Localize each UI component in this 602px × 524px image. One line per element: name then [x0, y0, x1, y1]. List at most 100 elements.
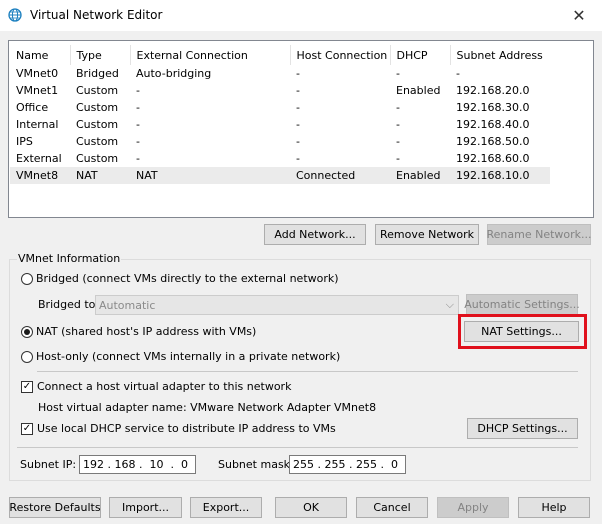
cell-name: External	[16, 152, 62, 165]
cell-external-connection: -	[136, 84, 140, 97]
network-list[interactable]: Name Type External Connection Host Conne…	[8, 40, 594, 218]
cell-type: NAT	[70, 167, 130, 184]
use-dhcp-checkbox[interactable]: ✓ Use local DHCP service to distribute I…	[21, 422, 336, 435]
cell-dhcp: Enabled	[396, 84, 441, 97]
network-row[interactable]: Internal Custom - - - 192.168.40.0	[10, 116, 550, 133]
help-button[interactable]: Help	[518, 497, 590, 518]
column-header-dhcp[interactable]: DHCP	[390, 45, 451, 65]
network-row[interactable]: VMnet1 Custom - - Enabled 192.168.20.0	[10, 82, 550, 99]
network-row[interactable]: VMnet8 NAT NAT Connected Enabled 192.168.10.0	[10, 167, 550, 184]
host-only-radio[interactable]: Host-only (connect VMs internally in a p…	[21, 350, 340, 363]
network-row[interactable]: IPS Custom - - - 192.168.50.0	[10, 133, 550, 150]
dhcp-settings-button[interactable]: DHCP Settings...	[467, 418, 578, 439]
bridged-to-value: Automatic	[99, 298, 156, 312]
cell-host-connection: -	[296, 118, 300, 131]
host-only-radio-label: Host-only (connect VMs internally in a p…	[36, 350, 341, 363]
cell-name: IPS	[16, 135, 33, 148]
cell-name: VMnet8	[10, 167, 70, 184]
cell-type: Custom	[76, 118, 119, 131]
separator	[37, 371, 578, 372]
subnet-mask-field[interactable]: 255 . 255 . 255 . 0	[289, 455, 406, 474]
cell-external-connection: Auto-bridging	[136, 67, 212, 80]
connect-adapter-label: Connect a host virtual adapter to this n…	[37, 380, 292, 393]
cell-dhcp: -	[396, 101, 400, 114]
cell-host-connection: -	[296, 84, 300, 97]
cell-host-connection: Connected	[290, 167, 390, 184]
import-button[interactable]: Import...	[109, 497, 182, 518]
cell-dhcp: -	[396, 152, 400, 165]
subnet-ip-field[interactable]: 192 . 168 . 10 . 0	[79, 455, 196, 474]
network-row[interactable]: VMnet0 Bridged Auto-bridging - - -	[10, 65, 550, 82]
host-only-radio-dot	[21, 350, 33, 363]
nat-radio[interactable]: NAT (shared host's IP address with VMs)	[21, 325, 256, 338]
cell-subnet-address: 192.168.10.0	[450, 167, 550, 184]
cell-external-connection: -	[136, 152, 140, 165]
bridged-to-label: Bridged to:	[38, 298, 100, 311]
bridged-radio[interactable]: Bridged (connect VMs directly to the ext…	[21, 272, 339, 285]
nat-radio-dot	[21, 325, 33, 338]
restore-defaults-button[interactable]: Restore Defaults	[9, 497, 101, 518]
column-header-subnet-address[interactable]: Subnet Address	[450, 45, 550, 65]
bridged-radio-label: Bridged (connect VMs directly to the ext…	[36, 272, 339, 285]
cell-subnet-address: 192.168.60.0	[456, 152, 530, 165]
title-bar: Virtual Network Editor ✕	[0, 0, 602, 31]
cell-type: Custom	[76, 135, 119, 148]
nat-settings-highlight	[458, 314, 587, 349]
automatic-settings-button[interactable]: Automatic Settings...	[464, 294, 580, 315]
remove-network-button[interactable]: Remove Network	[375, 224, 479, 245]
rename-network-button[interactable]: Rename Network...	[486, 224, 592, 245]
bridged-to-select[interactable]: Automatic ⌵	[95, 295, 459, 315]
bridged-radio-dot	[21, 272, 33, 285]
adapter-name-text: Host virtual adapter name: VMware Networ…	[38, 401, 377, 414]
use-dhcp-label: Use local DHCP service to distribute IP …	[37, 422, 336, 435]
cell-external-connection: NAT	[130, 167, 290, 184]
close-icon: ✕	[572, 6, 586, 25]
chevron-down-icon: ⌵	[445, 298, 454, 311]
cell-subnet-address: 192.168.30.0	[456, 101, 530, 114]
network-list-header: Name Type External Connection Host Conne…	[10, 45, 550, 65]
subnet-ip-label: Subnet IP:	[20, 458, 77, 471]
cell-type: Custom	[76, 101, 119, 114]
check-icon: ✓	[21, 422, 33, 435]
cell-name: Internal	[16, 118, 59, 131]
globe-icon	[8, 8, 22, 22]
separator	[17, 447, 578, 448]
add-network-button[interactable]: Add Network...	[264, 224, 366, 245]
group-label: VMnet Information	[17, 252, 122, 265]
cell-type: Custom	[76, 152, 119, 165]
apply-button[interactable]: Apply	[437, 497, 509, 518]
cell-external-connection: -	[136, 118, 140, 131]
column-header-type[interactable]: Type	[70, 45, 131, 65]
cell-dhcp: -	[396, 118, 400, 131]
close-button[interactable]: ✕	[556, 0, 602, 31]
cell-type: Custom	[76, 84, 119, 97]
cancel-button[interactable]: Cancel	[356, 497, 428, 518]
cell-host-connection: -	[296, 135, 300, 148]
column-header-host-connection[interactable]: Host Connection	[290, 45, 391, 65]
cell-subnet-address: 192.168.50.0	[456, 135, 530, 148]
export-button[interactable]: Export...	[190, 497, 262, 518]
cell-name: Office	[16, 101, 49, 114]
network-row[interactable]: Office Custom - - - 192.168.30.0	[10, 99, 550, 116]
column-header-name[interactable]: Name	[10, 45, 71, 65]
cell-host-connection: -	[296, 67, 300, 80]
cell-name: VMnet1	[16, 84, 59, 97]
cell-name: VMnet0	[16, 67, 59, 80]
cell-subnet-address: -	[456, 67, 460, 80]
window-title: Virtual Network Editor	[30, 8, 163, 22]
connect-adapter-checkbox[interactable]: ✓ Connect a host virtual adapter to this…	[21, 380, 291, 393]
cell-dhcp: -	[396, 135, 400, 148]
ok-button[interactable]: OK	[275, 497, 347, 518]
nat-radio-label: NAT (shared host's IP address with VMs)	[36, 325, 257, 338]
cell-dhcp: Enabled	[390, 167, 450, 184]
check-icon: ✓	[21, 380, 33, 393]
cell-dhcp: -	[396, 67, 400, 80]
cell-host-connection: -	[296, 152, 300, 165]
cell-external-connection: -	[136, 101, 140, 114]
cell-subnet-address: 192.168.20.0	[456, 84, 530, 97]
column-header-external-connection[interactable]: External Connection	[130, 45, 291, 65]
subnet-mask-label: Subnet mask:	[218, 458, 294, 471]
cell-external-connection: -	[136, 135, 140, 148]
network-row[interactable]: External Custom - - - 192.168.60.0	[10, 150, 550, 167]
cell-subnet-address: 192.168.40.0	[456, 118, 530, 131]
